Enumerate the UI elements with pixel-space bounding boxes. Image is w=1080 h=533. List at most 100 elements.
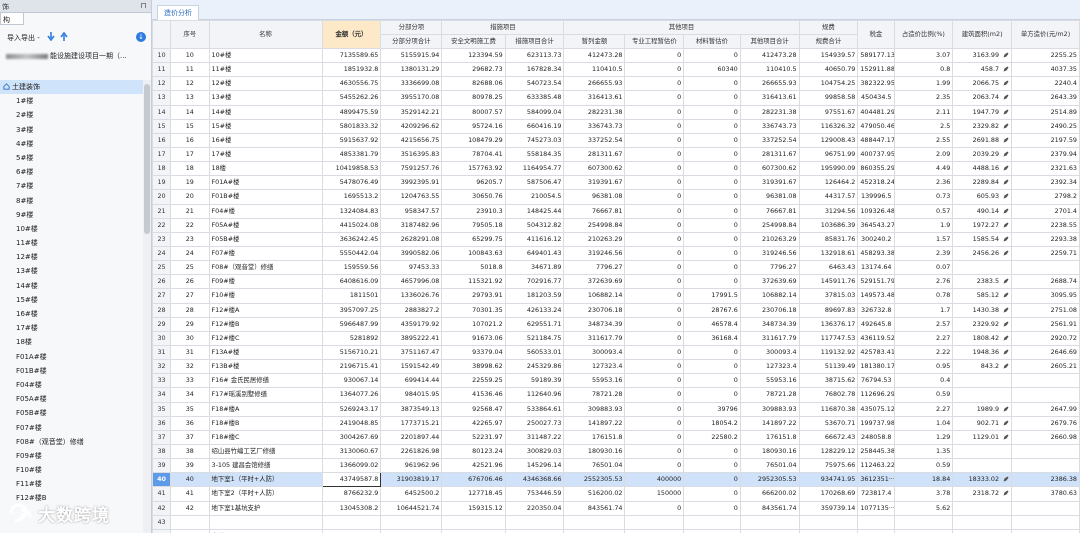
cell-gf-total[interactable]: 5269942.5 — [798, 528, 859, 533]
cell-qt-zg[interactable]: 0 — [624, 316, 685, 332]
cell-fb-total[interactable]: 1380131.29 — [380, 62, 443, 78]
cell-cs-safe[interactable]: 91673.06 — [441, 330, 506, 346]
cell-area[interactable]: 458.7 — [952, 62, 1013, 78]
cell-cs-total[interactable]: 245329.86 — [504, 359, 565, 375]
tree-item[interactable]: 4#楼 — [0, 137, 143, 151]
cell-qt-cl[interactable]: 0 — [683, 161, 741, 177]
cell-cs-total[interactable]: 753446.59 — [504, 486, 565, 502]
cell-seq[interactable]: 17 — [170, 146, 210, 163]
cell-gf-total[interactable] — [798, 514, 859, 530]
cell-area[interactable]: 3163.99 — [952, 47, 1013, 64]
cell-ratio[interactable]: 0.8 — [893, 62, 954, 78]
cell-ratio[interactable]: 1.57 — [893, 231, 954, 247]
cell-qt-total[interactable]: 300093.4 — [739, 344, 800, 361]
row-number[interactable]: 44 — [151, 528, 172, 533]
cell-amount[interactable]: 1364077.26 — [321, 387, 382, 403]
cell-unit-cost[interactable] — [1011, 528, 1080, 533]
cell-ratio[interactable]: 2.22 — [893, 344, 954, 361]
row-number[interactable]: 28 — [151, 302, 172, 318]
cell-cs-safe[interactable]: 29793.91 — [441, 288, 506, 304]
cell-fb-total[interactable]: 2628291.08 — [380, 231, 443, 247]
cell-seq[interactable]: 27 — [170, 288, 210, 304]
cell-ratio[interactable]: 2.27 — [893, 401, 954, 417]
cell-cs-safe[interactable]: 127718.45 — [441, 486, 506, 502]
cell-tax[interactable]: 109326.48 — [857, 203, 895, 219]
cell-amount[interactable]: 4630556.75 — [321, 76, 382, 92]
cell-area[interactable] — [952, 528, 1013, 533]
cell-cs-safe[interactable]: 92568.47 — [441, 401, 506, 417]
cell-qt-zg[interactable] — [624, 514, 685, 530]
cell-qt-zg[interactable]: 0 — [624, 217, 685, 233]
cell-amount[interactable]: 4899475.59 — [321, 104, 382, 120]
cell-tax[interactable]: 400737.95 — [857, 146, 895, 163]
cell-unit-cost[interactable]: 2490.25 — [1011, 118, 1080, 134]
cell-name[interactable]: 绍山县竹编工艺厂修缮 — [208, 443, 323, 460]
cell-fb-total[interactable]: 4359179.92 — [380, 316, 443, 332]
cell-seq[interactable]: 30 — [170, 330, 210, 346]
cell-unit-cost[interactable]: 2751.08 — [1011, 302, 1080, 318]
cell-tax[interactable]: 3612351··· — [857, 472, 895, 488]
cell-unit-cost[interactable] — [1011, 260, 1080, 276]
cell-amount[interactable]: 5801833.32 — [321, 118, 382, 134]
cell-qt-zg[interactable]: 0 — [624, 302, 685, 318]
cell-seq[interactable]: 15 — [170, 118, 210, 134]
cell-qt-cl[interactable]: 22580.2 — [683, 429, 741, 445]
tree-item[interactable]: 2#楼 — [0, 108, 143, 122]
header-qt-cl[interactable]: 材料暂估价 — [683, 34, 741, 49]
row-number[interactable]: 35 — [151, 401, 172, 417]
edit-pencil-icon[interactable] — [1003, 236, 1009, 242]
cell-amount[interactable]: 5966487.99 — [321, 316, 382, 332]
header-qt-total[interactable]: 其他项目合计 — [739, 34, 800, 49]
cell-qt-zl[interactable] — [563, 514, 626, 530]
cell-unit-cost[interactable]: 2679.76 — [1011, 415, 1080, 431]
edit-pencil-icon[interactable] — [1003, 52, 1009, 58]
cell-cs-safe[interactable]: 80123.24 — [441, 443, 506, 460]
table-row[interactable]: 21 21 F04#楼 1324084.83 958347.57 23910.3 14842… — [151, 203, 1080, 219]
cell-ratio[interactable]: 0.07 — [893, 260, 954, 276]
tab-cost-analysis[interactable]: 造价分析 — [157, 5, 199, 20]
cell-cs-safe[interactable]: 52231.97 — [441, 429, 506, 445]
cell-qt-zg[interactable]: 0 — [624, 429, 685, 445]
cell-cs-safe[interactable]: 78704.41 — [441, 146, 506, 163]
cell-tax[interactable]: 1077135··· — [857, 500, 895, 516]
cell-tax[interactable]: 1917370··· — [857, 528, 895, 533]
cell-area[interactable]: 1989.9 — [952, 401, 1013, 417]
cell-qt-zl[interactable]: 300093.4 — [563, 344, 626, 361]
cell-cs-total[interactable]: 23780307.66 — [504, 528, 565, 533]
cell-unit-cost[interactable]: 2392.34 — [1011, 175, 1080, 191]
tree-item[interactable]: F05B#楼 — [0, 406, 143, 420]
header-fb-total[interactable]: 分部分项合计 — [380, 34, 443, 49]
edit-pencil-icon[interactable] — [1003, 137, 1009, 143]
cell-gf-total[interactable]: 119132.92 — [798, 344, 859, 361]
edit-pencil-icon[interactable] — [1003, 278, 1009, 284]
cell-qt-cl[interactable]: 0 — [683, 47, 741, 64]
cell-area[interactable]: 2329.82 — [952, 118, 1013, 134]
cell-cs-total[interactable]: 145296.14 — [504, 458, 565, 474]
cell-unit-cost[interactable]: 2386.38 — [1011, 472, 1080, 488]
cell-fb-total[interactable]: 3955170.08 — [380, 90, 443, 106]
table-row[interactable]: 11 11 11#楼 1851932.8 1380131.29 29682.73 16782… — [151, 62, 1080, 78]
cell-tax[interactable]: 112696.29 — [857, 387, 895, 403]
cell-qt-total[interactable]: 607300.62 — [739, 161, 800, 177]
cell-amount[interactable]: 13045308.2 — [321, 500, 382, 516]
cell-name[interactable]: F12#楼B — [208, 316, 323, 332]
cell-seq[interactable]: 23 — [170, 231, 210, 247]
edit-pencil-icon[interactable] — [1003, 476, 1009, 482]
cell-cs-total[interactable]: 1164954.77 — [504, 161, 565, 177]
cell-qt-total[interactable]: 106882.14 — [739, 288, 800, 304]
cell-name[interactable]: F08#（观音堂）修缮 — [208, 260, 323, 276]
cell-cs-safe[interactable]: 676706.46 — [441, 472, 506, 488]
tree-item[interactable]: 18楼 — [0, 335, 143, 349]
cell-amount[interactable]: 1811501 — [321, 288, 382, 304]
cell-tax[interactable]: 458293.38 — [857, 245, 895, 262]
cell-area[interactable]: 2383.5 — [952, 274, 1013, 290]
cell-seq[interactable]: 10 — [170, 47, 210, 64]
cell-name[interactable]: 16#楼 — [208, 132, 323, 148]
cell-cs-total[interactable]: 629551.71 — [504, 316, 565, 332]
table-row[interactable]: 29 29 F12#楼B 5966487.99 4359179.92 107021.2 62… — [151, 316, 1080, 332]
cell-seq[interactable]: 25 — [170, 260, 210, 276]
cell-cs-total[interactable]: 148425.44 — [504, 203, 565, 219]
cell-qt-cl[interactable]: 0 — [683, 373, 741, 389]
cell-fb-total[interactable]: 984015.95 — [380, 387, 443, 403]
cell-seq[interactable]: 14 — [170, 104, 210, 120]
